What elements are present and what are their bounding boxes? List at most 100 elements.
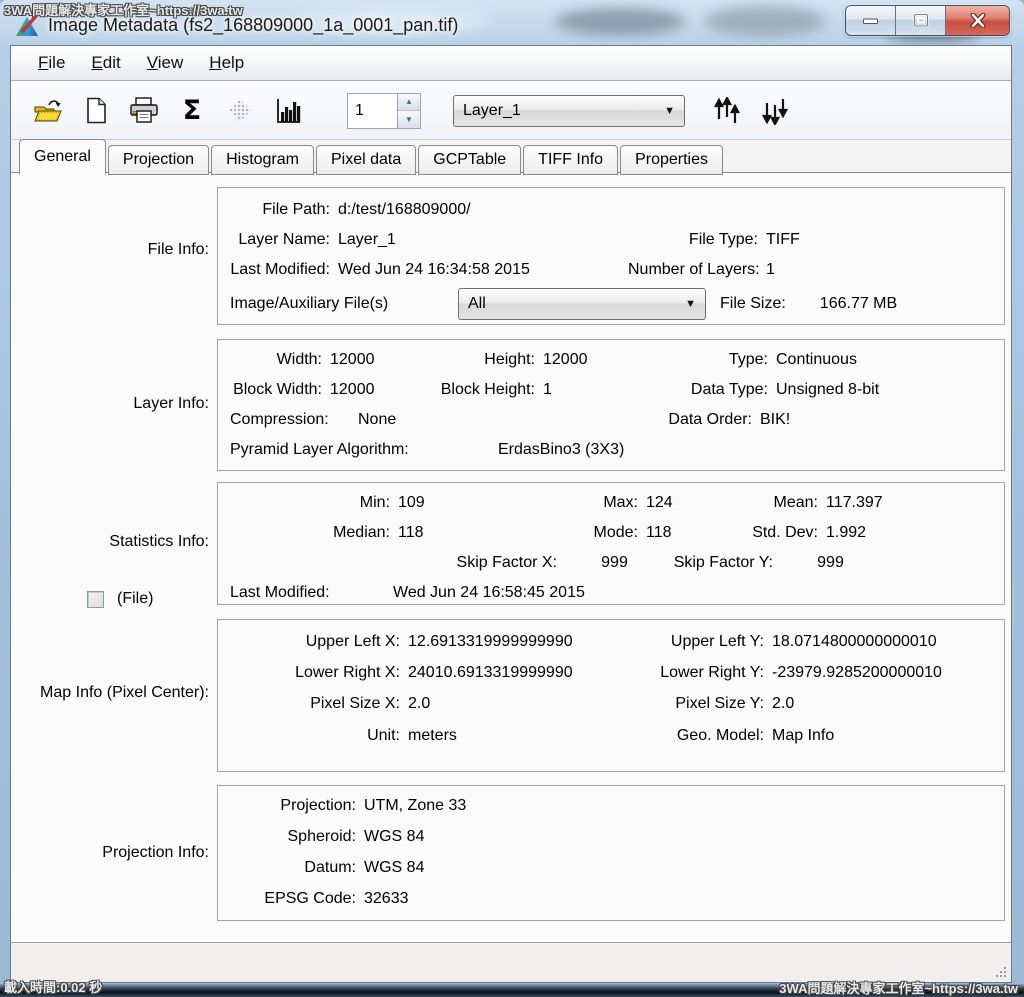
geo-model-label: Geo. Model: (654, 727, 764, 745)
layer-select-dropdown[interactable]: Layer_1 ▼ (453, 95, 685, 127)
pyramid-algorithm-value: ErdasBino3 (3X3) (490, 441, 624, 459)
watermark-top-left: 3WA問題解決專家工作室~https://3wa.tw (4, 0, 243, 19)
file-last-modified-label: Last Modified: (230, 261, 330, 279)
min-label: Min: (230, 494, 390, 512)
dialog-body: File Edit View Help (10, 45, 1012, 983)
pyramid-up-icon (714, 97, 742, 125)
watermark-bottom-left: 載入時間:0.02 秒 (4, 977, 102, 996)
file-last-modified-value: Wed Jun 24 16:34:58 2015 (330, 261, 628, 279)
print-button[interactable] (127, 94, 161, 128)
menu-edit[interactable]: Edit (78, 49, 133, 77)
width-label: Width: (230, 351, 322, 369)
compute-statistics-button[interactable]: Σ (175, 94, 209, 128)
general-tab-panel: File Info: Layer Info: Statistics Info: … (11, 172, 1011, 943)
compression-value: None (358, 411, 667, 429)
median-value: 118 (390, 524, 548, 542)
layer-select-value: Layer_1 (463, 102, 521, 120)
map-info-groupbox: Upper Left X: 12.6913319999999990 Upper … (217, 619, 1005, 772)
pyramid-down-button[interactable] (759, 94, 793, 128)
block-width-label: Block Width: (230, 381, 322, 399)
number-of-layers-value: 1 (758, 261, 775, 279)
open-file-button[interactable] (31, 94, 65, 128)
pixel-size-y-label: Pixel Size Y: (654, 695, 764, 713)
histogram-icon (274, 97, 302, 125)
maximize-button[interactable] (896, 6, 946, 35)
median-label: Median: (230, 524, 390, 542)
lower-right-y-label: Lower Right Y: (654, 664, 764, 682)
minimize-icon (862, 15, 880, 27)
layer-number-input[interactable]: 1 (348, 94, 397, 128)
print-icon (129, 97, 159, 124)
pixel-size-y-value: 2.0 (764, 695, 794, 713)
upper-left-y-value: 18.0714800000000010 (764, 633, 937, 651)
spinner-buttons: ▲ ▼ (397, 94, 420, 128)
menu-view[interactable]: View (134, 49, 197, 77)
datum-label: Datum: (230, 859, 356, 877)
upper-left-x-label: Upper Left X: (230, 633, 400, 651)
spin-down-button[interactable]: ▼ (398, 111, 420, 128)
menu-bar: File Edit View Help (11, 46, 1011, 81)
spheroid-label: Spheroid: (230, 828, 356, 846)
upper-left-y-label: Upper Left Y: (654, 633, 764, 651)
width-value: 12000 (322, 351, 435, 369)
histogram-button[interactable] (271, 94, 305, 128)
datum-value: WGS 84 (356, 859, 424, 877)
stats-last-modified-value: Wed Jun 24 16:58:45 2015 (385, 584, 585, 602)
skip-factor-x-label: Skip Factor X: (230, 554, 557, 572)
pyramid-down-icon (762, 97, 790, 125)
mode-label: Mode: (548, 524, 638, 542)
watermark-bottom-right: 3WA問題解決專家工作室~https://3wa.tw (779, 978, 1018, 997)
spheroid-value: WGS 84 (356, 828, 424, 846)
unit-value: meters (400, 727, 654, 745)
std-dev-value: 1.992 (818, 524, 866, 542)
menu-help[interactable]: Help (196, 49, 257, 77)
skip-factor-y-label: Skip Factor Y: (672, 554, 773, 572)
number-of-layers-label: Number of Layers: (628, 261, 758, 279)
data-order-value: BIK! (752, 411, 790, 429)
statistics-file-checkbox-row: (File) (87, 590, 153, 608)
max-value: 124 (638, 494, 721, 512)
pyramid-layers-button[interactable] (223, 94, 257, 128)
compression-label: Compression: (230, 411, 358, 429)
tab-histogram[interactable]: Histogram (211, 145, 314, 175)
lower-right-y-value: -23979.9285200000010 (764, 664, 942, 682)
tab-tiff-info[interactable]: TIFF Info (523, 145, 618, 175)
projection-label: Projection: (230, 797, 356, 815)
file-info-groupbox: File Path: d:/test/168809000/ Layer Name… (217, 187, 1005, 325)
minimize-button[interactable] (846, 6, 896, 35)
skip-factor-y-value: 999 (773, 554, 888, 572)
spin-up-icon: ▲ (405, 97, 413, 106)
projection-info-groupbox: Projection: UTM, Zone 33 Spheroid: WGS 8… (217, 785, 1005, 921)
spin-up-button[interactable]: ▲ (398, 94, 420, 112)
new-file-icon (85, 97, 107, 124)
lower-right-x-label: Lower Right X: (230, 664, 400, 682)
tab-pixel-data[interactable]: Pixel data (316, 145, 416, 175)
menu-file[interactable]: File (25, 49, 78, 77)
chevron-down-icon: ▼ (685, 298, 696, 310)
aux-files-dropdown[interactable]: All ▼ (458, 288, 706, 320)
file-info-side-label: File Info: (19, 241, 209, 259)
new-file-button[interactable] (79, 94, 113, 128)
file-path-label: File Path: (230, 201, 330, 219)
epsg-code-label: EPSG Code: (230, 890, 356, 908)
tab-general[interactable]: General (19, 139, 106, 175)
mean-value: 117.397 (818, 494, 883, 512)
aux-files-label: Image/Auxiliary File(s) (230, 295, 458, 313)
tab-properties[interactable]: Properties (620, 145, 723, 175)
tab-gcptable[interactable]: GCPTable (418, 145, 521, 175)
close-icon (969, 13, 987, 28)
layer-number-spinner: 1 ▲ ▼ (347, 93, 421, 129)
file-type-label: File Type: (628, 231, 758, 249)
data-order-label: Data Order: (667, 411, 752, 429)
pyramid-up-button[interactable] (711, 94, 745, 128)
layer-info-groupbox: Width: 12000 Height: 12000 Type: Continu… (217, 339, 1005, 471)
file-size-label: File Size: (720, 295, 786, 313)
statistics-file-checkbox[interactable] (87, 591, 104, 608)
map-info-side-label: Map Info (Pixel Center): (19, 684, 209, 702)
resize-grip[interactable] (994, 965, 1008, 979)
lower-right-x-value: 24010.6913319999990 (400, 664, 654, 682)
layer-name-label: Layer Name: (230, 231, 330, 249)
std-dev-label: Std. Dev: (721, 524, 818, 542)
close-button[interactable] (946, 6, 1009, 35)
tab-projection[interactable]: Projection (108, 145, 209, 175)
